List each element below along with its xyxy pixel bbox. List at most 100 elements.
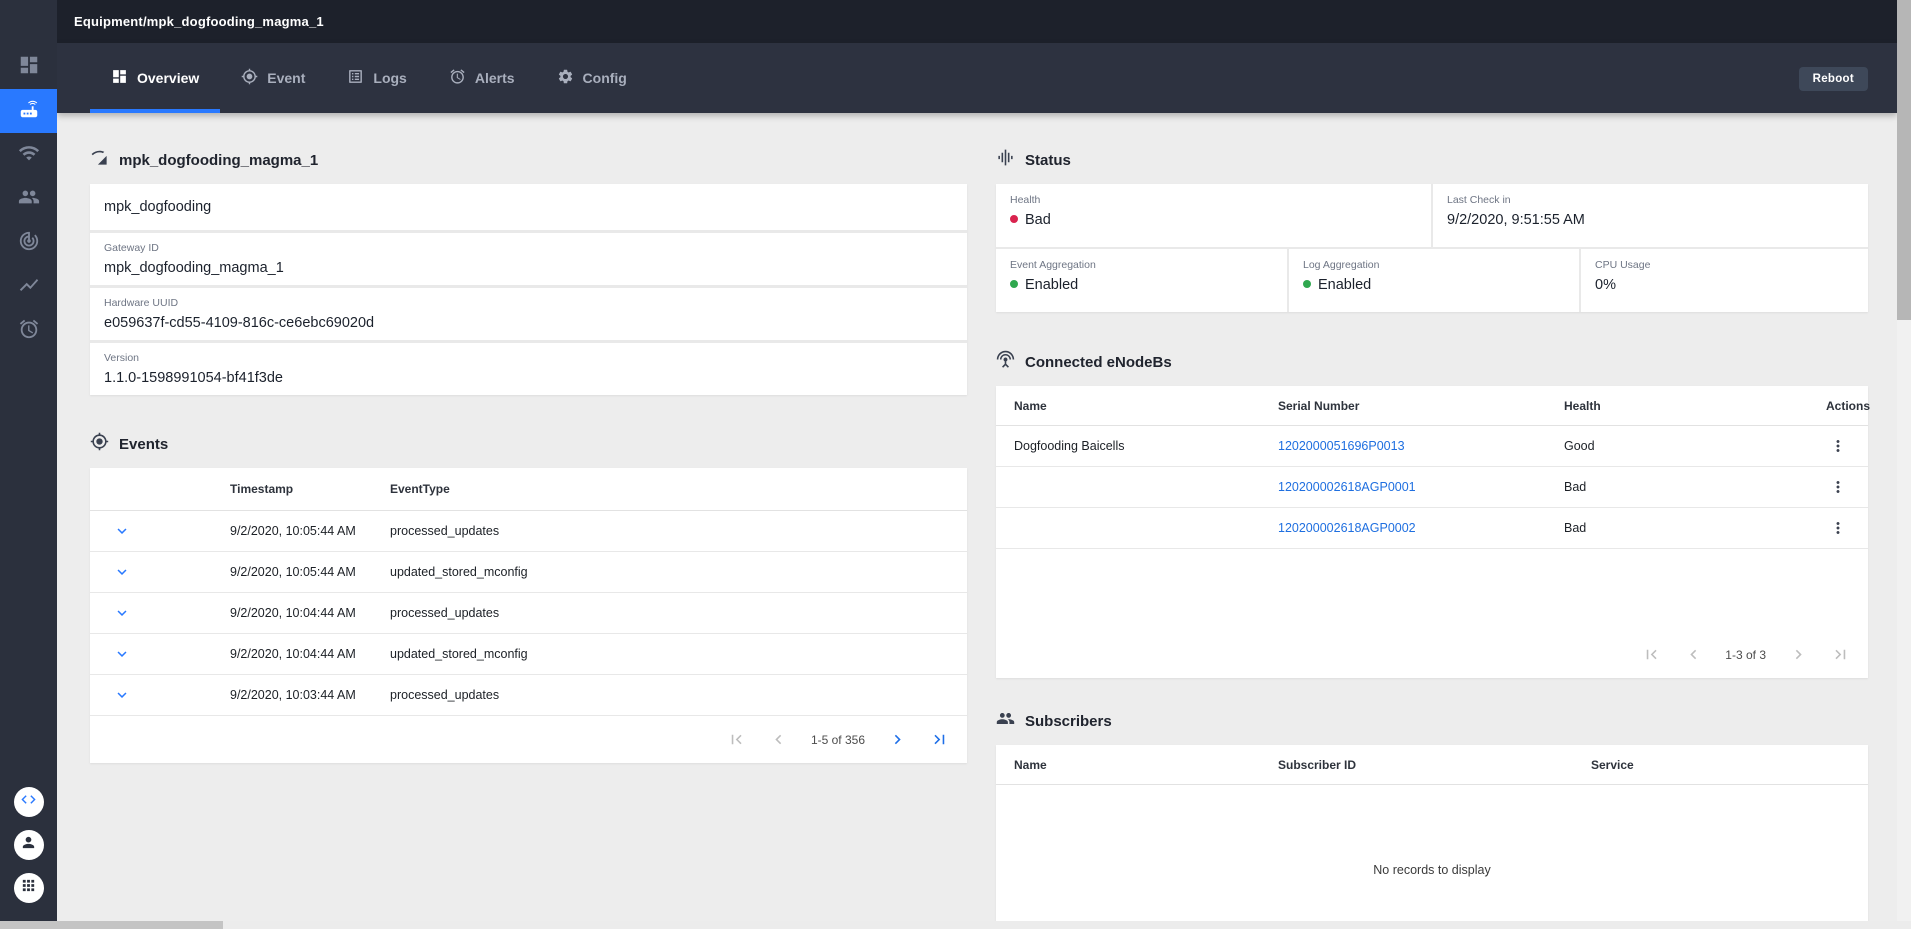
apps-button[interactable] bbox=[14, 873, 44, 903]
show-chart-icon bbox=[18, 274, 40, 301]
logs-icon bbox=[347, 68, 364, 88]
tab-event[interactable]: Event bbox=[220, 43, 326, 113]
enodeb-serial-link[interactable]: 120200002618AGP0001 bbox=[1278, 480, 1416, 494]
tab-label: Logs bbox=[373, 70, 406, 86]
enodeb-health: Bad bbox=[1564, 480, 1826, 494]
sidebar-item-network[interactable] bbox=[0, 133, 57, 177]
tab-label: Event bbox=[267, 70, 305, 86]
next-page-icon bbox=[1789, 645, 1808, 664]
horizontal-scrollbar[interactable] bbox=[0, 921, 1911, 929]
first-page-button[interactable] bbox=[1641, 645, 1661, 665]
header-timestamp: Timestamp bbox=[230, 482, 390, 496]
sidebar-nav bbox=[0, 0, 57, 353]
last-check-in-cell: Last Check in 9/2/2020, 9:51:55 AM bbox=[1433, 184, 1868, 247]
next-page-button[interactable] bbox=[887, 730, 907, 750]
expand-row-button[interactable] bbox=[110, 642, 134, 666]
expand-row-button[interactable] bbox=[110, 601, 134, 625]
sidebar-item-tracking[interactable] bbox=[0, 221, 57, 265]
status-title: Status bbox=[1025, 152, 1071, 169]
field-label: Gateway ID bbox=[104, 242, 953, 254]
pagination-label: 1-5 of 356 bbox=[811, 733, 865, 747]
events-pagination: 1-5 of 356 bbox=[90, 716, 967, 763]
event-type: updated_stored_mconfig bbox=[390, 647, 967, 661]
next-page-icon bbox=[888, 730, 907, 749]
tab-logs[interactable]: Logs bbox=[326, 43, 427, 113]
tab-alerts[interactable]: Alerts bbox=[428, 43, 536, 113]
account-button[interactable] bbox=[14, 830, 44, 860]
status-column: Status Health Bad Last Check in 9/2/2020… bbox=[996, 147, 1868, 921]
vertical-scrollbar[interactable] bbox=[1897, 0, 1911, 921]
version-row: Version 1.1.0-1598991054-bf41f3de bbox=[90, 343, 967, 395]
enodeb-row: 120200002618AGP0002 Bad bbox=[996, 508, 1868, 549]
status-card: Health Bad Last Check in 9/2/2020, 9:51:… bbox=[996, 184, 1868, 312]
events-icon bbox=[90, 432, 109, 456]
enodeb-serial-link[interactable]: 120200002618AGP0002 bbox=[1278, 521, 1416, 535]
tab-config[interactable]: Config bbox=[536, 43, 648, 113]
row-actions-button[interactable] bbox=[1826, 516, 1850, 540]
gateway-signal-icon bbox=[90, 148, 109, 172]
event-aggregation-cell: Event Aggregation Enabled bbox=[996, 249, 1287, 312]
gateway-info-card: mpk_dogfooding Gateway ID mpk_dogfooding… bbox=[90, 184, 967, 395]
kebab-icon bbox=[1829, 437, 1847, 455]
cpu-usage-label: CPU Usage bbox=[1595, 259, 1854, 271]
sidebar-item-metrics[interactable] bbox=[0, 265, 57, 309]
person-icon bbox=[20, 834, 37, 856]
vertical-scrollbar-thumb[interactable] bbox=[1897, 0, 1911, 320]
event-row: 9/2/2020, 10:04:44 AM updated_stored_mco… bbox=[90, 634, 967, 675]
sidebar bbox=[0, 0, 57, 921]
table-empty-space bbox=[996, 549, 1868, 631]
enodeb-serial-link[interactable]: 1202000051696P0013 bbox=[1278, 439, 1405, 453]
reboot-button[interactable]: Reboot bbox=[1799, 67, 1868, 91]
apps-icon bbox=[20, 877, 37, 899]
people-icon bbox=[18, 186, 40, 213]
overview-icon bbox=[111, 68, 128, 88]
cpu-usage-value: 0% bbox=[1595, 277, 1854, 293]
last-page-button[interactable] bbox=[1830, 645, 1850, 665]
horizontal-scrollbar-thumb[interactable] bbox=[0, 921, 223, 929]
event-timestamp: 9/2/2020, 10:04:44 AM bbox=[230, 606, 390, 620]
events-title: Events bbox=[119, 436, 168, 453]
chevron-down-icon bbox=[113, 686, 131, 704]
header-health: Health bbox=[1564, 399, 1826, 413]
status-row-1: Health Bad Last Check in 9/2/2020, 9:51:… bbox=[996, 184, 1868, 247]
tab-label: Alerts bbox=[475, 70, 515, 86]
row-actions-button[interactable] bbox=[1826, 475, 1850, 499]
event-row: 9/2/2020, 10:04:44 AM processed_updates bbox=[90, 593, 967, 634]
expand-row-button[interactable] bbox=[110, 519, 134, 543]
event-icon bbox=[241, 68, 258, 88]
header-name: Name bbox=[1014, 399, 1278, 413]
expand-row-button[interactable] bbox=[110, 560, 134, 584]
tab-label: Config bbox=[583, 70, 627, 86]
sidebar-item-subscribers[interactable] bbox=[0, 177, 57, 221]
first-page-button[interactable] bbox=[727, 730, 747, 750]
sidebar-item-alarms[interactable] bbox=[0, 309, 57, 353]
sidebar-item-equipment[interactable] bbox=[0, 89, 57, 133]
alarm-icon bbox=[18, 318, 40, 345]
events-title-row: Events bbox=[90, 431, 967, 457]
next-page-button[interactable] bbox=[1788, 645, 1808, 665]
code-icon bbox=[20, 791, 37, 813]
prev-page-button[interactable] bbox=[769, 730, 789, 750]
expand-row-button[interactable] bbox=[110, 683, 134, 707]
enodebs-table: Name Serial Number Health Actions Dogfoo… bbox=[996, 386, 1868, 678]
enabled-dot bbox=[1010, 280, 1018, 288]
subscribers-table: Name Subscriber ID Service No records to… bbox=[996, 745, 1868, 921]
enodebs-title: Connected eNodeBs bbox=[1025, 354, 1172, 371]
health-value: Bad bbox=[1010, 212, 1417, 228]
api-docs-button[interactable] bbox=[14, 787, 44, 817]
first-page-icon bbox=[1642, 645, 1661, 664]
last-page-button[interactable] bbox=[929, 730, 949, 750]
prev-page-button[interactable] bbox=[1683, 645, 1703, 665]
row-actions-button[interactable] bbox=[1826, 434, 1850, 458]
no-records-message: No records to display bbox=[996, 785, 1868, 921]
sidebar-item-dashboard[interactable] bbox=[0, 45, 57, 89]
last-page-icon bbox=[930, 730, 949, 749]
event-type: processed_updates bbox=[390, 524, 967, 538]
tab-overview[interactable]: Overview bbox=[90, 43, 220, 113]
health-cell: Health Bad bbox=[996, 184, 1431, 247]
event-type: processed_updates bbox=[390, 606, 967, 620]
field-label: Hardware UUID bbox=[104, 297, 953, 309]
events-table: Timestamp EventType 9/2/2020, 10:05:44 A… bbox=[90, 468, 967, 763]
event-row: 9/2/2020, 10:03:44 AM processed_updates bbox=[90, 675, 967, 716]
event-timestamp: 9/2/2020, 10:03:44 AM bbox=[230, 688, 390, 702]
